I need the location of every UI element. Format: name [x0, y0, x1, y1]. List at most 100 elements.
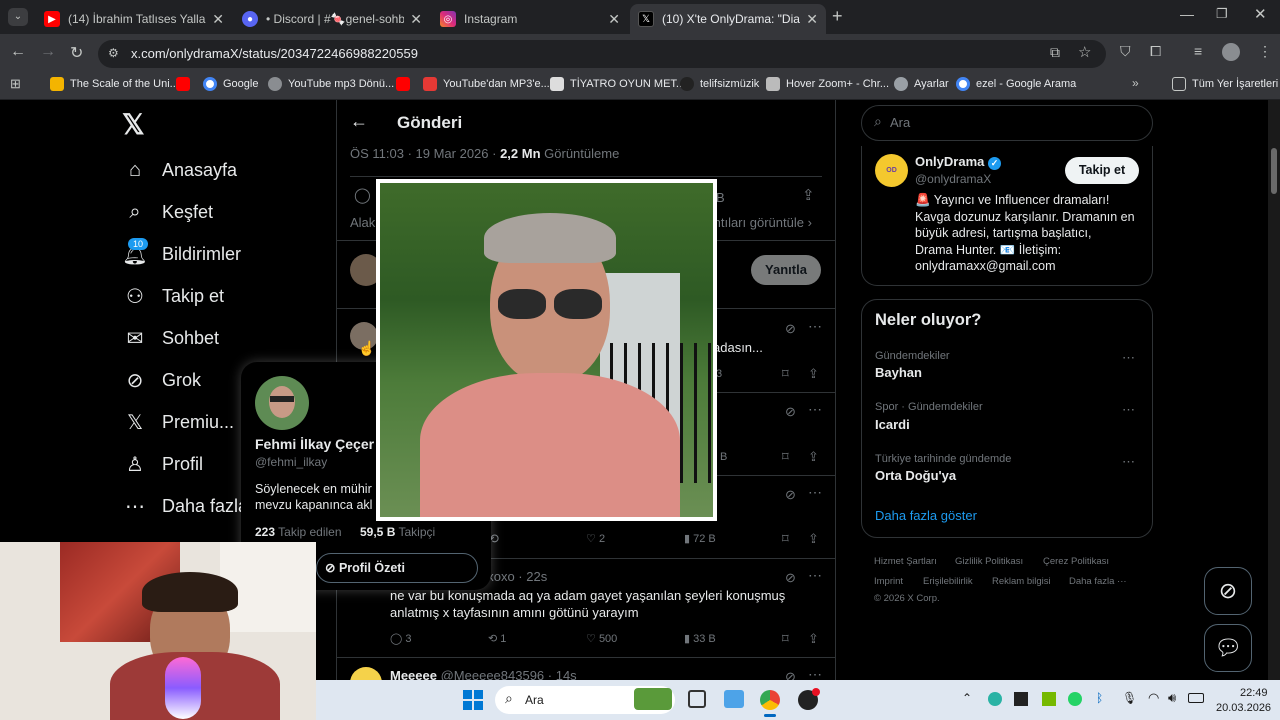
bookmark-item[interactable]: telifsizmüzik: [680, 77, 759, 91]
like-button[interactable]: ♡ 500: [586, 632, 617, 646]
volume-icon[interactable]: 🔊︎: [1168, 690, 1176, 706]
reload-icon[interactable]: ↻: [70, 43, 83, 63]
all-bookmarks-folder[interactable]: Tüm Yer İşaretleri: [1172, 77, 1278, 91]
footer-link[interactable]: Erişilebilirlik: [923, 576, 973, 587]
footer-link[interactable]: Gizlilik Politikası: [955, 556, 1023, 567]
grok-icon[interactable]: ⊘: [785, 404, 796, 420]
grok-icon[interactable]: ⊘: [785, 570, 796, 586]
bookmark-item[interactable]: YouTube mp3 Dönü...: [268, 77, 394, 91]
close-window-button[interactable]: ✕: [1254, 5, 1267, 23]
trend-item[interactable]: Icardi: [875, 417, 910, 432]
profile-summary-button[interactable]: ⊘ Profil Özeti: [316, 553, 478, 583]
hover-card-name[interactable]: Fehmi İlkay Çeçer: [255, 436, 374, 452]
apps-grid-icon[interactable]: ⊞: [10, 76, 21, 92]
site-info-icon[interactable]: ⚙: [108, 46, 119, 60]
clock-date[interactable]: 20.03.2026: [1216, 702, 1271, 714]
close-tab-icon[interactable]: ✕: [410, 11, 422, 28]
profile-avatar[interactable]: [1222, 43, 1240, 61]
following-stat[interactable]: 223 Takip edilen: [255, 525, 342, 539]
bluetooth-icon[interactable]: ᛒ: [1096, 691, 1103, 705]
reply-button[interactable]: ◯ 3: [390, 632, 412, 646]
sidebar-item-grok[interactable]: ⊘ Grok: [122, 364, 201, 396]
scrollbar-thumb[interactable]: [1271, 148, 1277, 194]
bookmark-icon[interactable]: ⌑: [782, 366, 789, 382]
followers-stat[interactable]: 59,5 B Takipçi: [360, 525, 435, 539]
bookmark-item[interactable]: Google: [203, 77, 258, 91]
extensions-icon[interactable]: ⧠: [1150, 43, 1161, 60]
views-stat[interactable]: ▮ 33 B: [684, 632, 716, 646]
back-arrow-icon[interactable]: ←: [10, 43, 26, 61]
more-options-icon[interactable]: ⋯: [1122, 402, 1135, 418]
more-options-icon[interactable]: ⋯: [808, 567, 822, 584]
sidebar-item-premium[interactable]: 𝕏 Premiu...: [122, 406, 234, 438]
footer-link[interactable]: Imprint: [874, 576, 903, 587]
tray-app-icon[interactable]: [1042, 692, 1056, 706]
bookmark-item[interactable]: TİYATRO OYUN MET...: [550, 77, 685, 91]
more-options-icon[interactable]: ⋯: [1122, 350, 1135, 366]
trend-item[interactable]: Orta Doğu'ya: [875, 468, 956, 483]
bookmark-icon[interactable]: ⌑: [782, 631, 789, 647]
install-app-icon[interactable]: ⧉: [1050, 44, 1060, 61]
close-tab-icon[interactable]: ✕: [608, 11, 620, 28]
bookmark-item[interactable]: YouTube'dan MP3'e...: [423, 77, 550, 91]
sidebar-item-follow[interactable]: ⚇ Takip et: [122, 280, 224, 312]
minimize-button[interactable]: —: [1180, 6, 1194, 22]
taskbar-search-text[interactable]: Ara: [525, 693, 544, 707]
follow-button[interactable]: Takip et: [1065, 157, 1139, 184]
new-tab-button[interactable]: +: [832, 6, 843, 27]
task-view-icon[interactable]: [688, 690, 706, 708]
grok-icon[interactable]: ⊘: [785, 487, 796, 503]
restore-button[interactable]: ❐: [1216, 6, 1228, 22]
share-icon[interactable]: ⇪: [808, 631, 819, 647]
start-button[interactable]: [463, 690, 483, 710]
extension-shield-icon[interactable]: ⛉: [1120, 43, 1131, 60]
url-text[interactable]: x.com/onlydramaX/status/2034722466988220…: [131, 46, 418, 61]
more-options-icon[interactable]: ⋯: [808, 401, 822, 418]
bookmark-item[interactable]: ezel - Google Arama: [956, 77, 1076, 91]
close-tab-icon[interactable]: ✕: [806, 11, 818, 28]
profile-name[interactable]: OnlyDrama ✓: [915, 154, 1001, 170]
microphone-tray-icon[interactable]: 🎙︎: [1122, 691, 1137, 705]
share-icon[interactable]: ⇪: [802, 186, 815, 204]
share-icon[interactable]: ⇪: [808, 449, 819, 465]
footer-link[interactable]: Hizmet Şartları: [874, 556, 937, 567]
reply-button[interactable]: Yanıtla: [751, 255, 821, 285]
close-tab-icon[interactable]: ✕: [212, 11, 224, 28]
footer-link[interactable]: Çerez Politikası: [1043, 556, 1109, 567]
view-quotes-link[interactable]: ıntıları görüntüle ›: [710, 215, 812, 230]
grok-icon[interactable]: ⊘: [785, 321, 796, 337]
bookmark-icon[interactable]: ⌑: [782, 449, 789, 465]
more-bookmarks-icon[interactable]: »: [1132, 76, 1139, 90]
battery-icon[interactable]: [1188, 693, 1204, 703]
grok-float-button[interactable]: ⊘: [1204, 567, 1252, 615]
tab-youtube[interactable]: ▶ (14) İbrahim Tatlıses Yallah Şoför ✕: [36, 4, 232, 34]
tray-app-icon[interactable]: [1014, 692, 1028, 706]
bookmark-item[interactable]: [176, 77, 196, 91]
bookmark-item[interactable]: [396, 77, 416, 91]
tab-instagram[interactable]: ◎ Instagram ✕: [432, 4, 628, 34]
media-control-icon[interactable]: ≡: [1194, 43, 1202, 59]
more-options-icon[interactable]: ⋯: [1122, 454, 1135, 470]
sidebar-item-explore[interactable]: ⌕ Keşfet: [122, 196, 213, 228]
views-stat[interactable]: ▮ 72 B: [684, 532, 716, 546]
share-icon[interactable]: ⇪: [808, 366, 819, 382]
tray-chevron-icon[interactable]: ⌃: [962, 691, 972, 705]
reply-icon[interactable]: ◯: [354, 186, 371, 204]
widgets-icon[interactable]: [724, 690, 744, 708]
bookmark-item[interactable]: Ayarlar: [894, 77, 949, 91]
chat-float-button[interactable]: 💬︎: [1204, 624, 1252, 672]
bookmark-item[interactable]: The Scale of the Uni...: [50, 77, 179, 91]
share-icon[interactable]: ⇪: [808, 531, 819, 547]
repost-button[interactable]: ⟲ 1: [488, 632, 506, 646]
clock-time[interactable]: 22:49: [1240, 687, 1268, 699]
more-options-icon[interactable]: ⋯: [808, 318, 822, 335]
x-home-logo[interactable]: 𝕏: [122, 108, 145, 141]
footer-link[interactable]: Reklam bilgisi: [992, 576, 1051, 587]
like-button[interactable]: ♡ 2: [586, 532, 605, 546]
sidebar-item-more[interactable]: ⋯ Daha fazla: [122, 490, 248, 522]
show-more-link[interactable]: Daha fazla göster: [875, 508, 977, 523]
sidebar-item-chat[interactable]: ✉ Sohbet: [122, 322, 219, 354]
search-input[interactable]: Ara: [890, 115, 910, 130]
avatar[interactable]: [255, 376, 309, 430]
trend-item[interactable]: Bayhan: [875, 365, 922, 380]
